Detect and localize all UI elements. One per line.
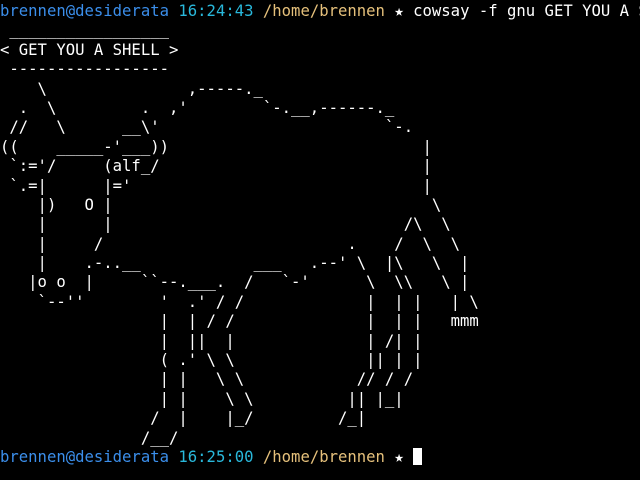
output-line: | | / / | | | mmm	[0, 312, 479, 331]
prompt-line-previous: brennen@desiderata 16:24:43 /home/brenne…	[0, 2, 640, 21]
output-line: | | \ \ // / /	[0, 370, 414, 389]
output-line: |o o | ``--.___. / `-' \ \\ \ |	[0, 273, 470, 292]
output-line: `.=| |=' |	[0, 176, 432, 195]
output-line: ( .' \ \ || | |	[0, 351, 423, 370]
output-line: _________________	[0, 21, 169, 40]
output-line: \ ,-----._	[0, 79, 263, 98]
prompt-star-icon: ★	[394, 447, 404, 466]
output-line: `--'' ' .' / / | | | | \	[0, 292, 479, 311]
prompt-path: /home/brennen	[262, 2, 385, 20]
output-line: < GET YOU A SHELL >	[0, 40, 179, 59]
entered-command: cowsay -f gnu GET YOU A SHELL	[413, 2, 640, 20]
prompt-time: 16:25:00	[178, 447, 254, 466]
prompt-star-icon: ★	[394, 2, 404, 20]
output-line: `:='/ (alf_/ |	[0, 157, 432, 176]
prompt-user-host: brennen@desiderata	[0, 447, 169, 466]
output-line: -----------------	[0, 60, 169, 79]
prompt-time: 16:24:43	[178, 2, 254, 20]
output-line: /__/	[0, 428, 179, 447]
cowsay-output: _________________ < GET YOU A SHELL > --…	[0, 21, 640, 448]
output-line: // \ __\' `-.	[0, 118, 414, 137]
prompt-path: /home/brennen	[262, 447, 385, 466]
output-line: | .-..__ ___ .--' \ |\ \ |	[0, 254, 470, 273]
prompt-user-host: brennen@desiderata	[0, 2, 169, 20]
output-line: | || | | /| |	[0, 331, 423, 350]
output-line: |) O | \	[0, 195, 442, 214]
output-line: . \ . ,' `-.__,------._	[0, 98, 395, 117]
text-cursor[interactable]	[413, 447, 423, 465]
output-line: | | \ \ || |_|	[0, 389, 404, 408]
terminal-window[interactable]: brennen@desiderata 16:24:43 /home/brenne…	[0, 0, 640, 480]
output-line: | / . / \ \	[0, 234, 461, 253]
output-line: / | |_/ /_|	[0, 409, 367, 428]
output-line: (( _____-'___)) |	[0, 137, 432, 156]
output-line: | | /\ \	[0, 215, 451, 234]
prompt-line-current[interactable]: brennen@desiderata 16:25:00 /home/brenne…	[0, 447, 640, 467]
